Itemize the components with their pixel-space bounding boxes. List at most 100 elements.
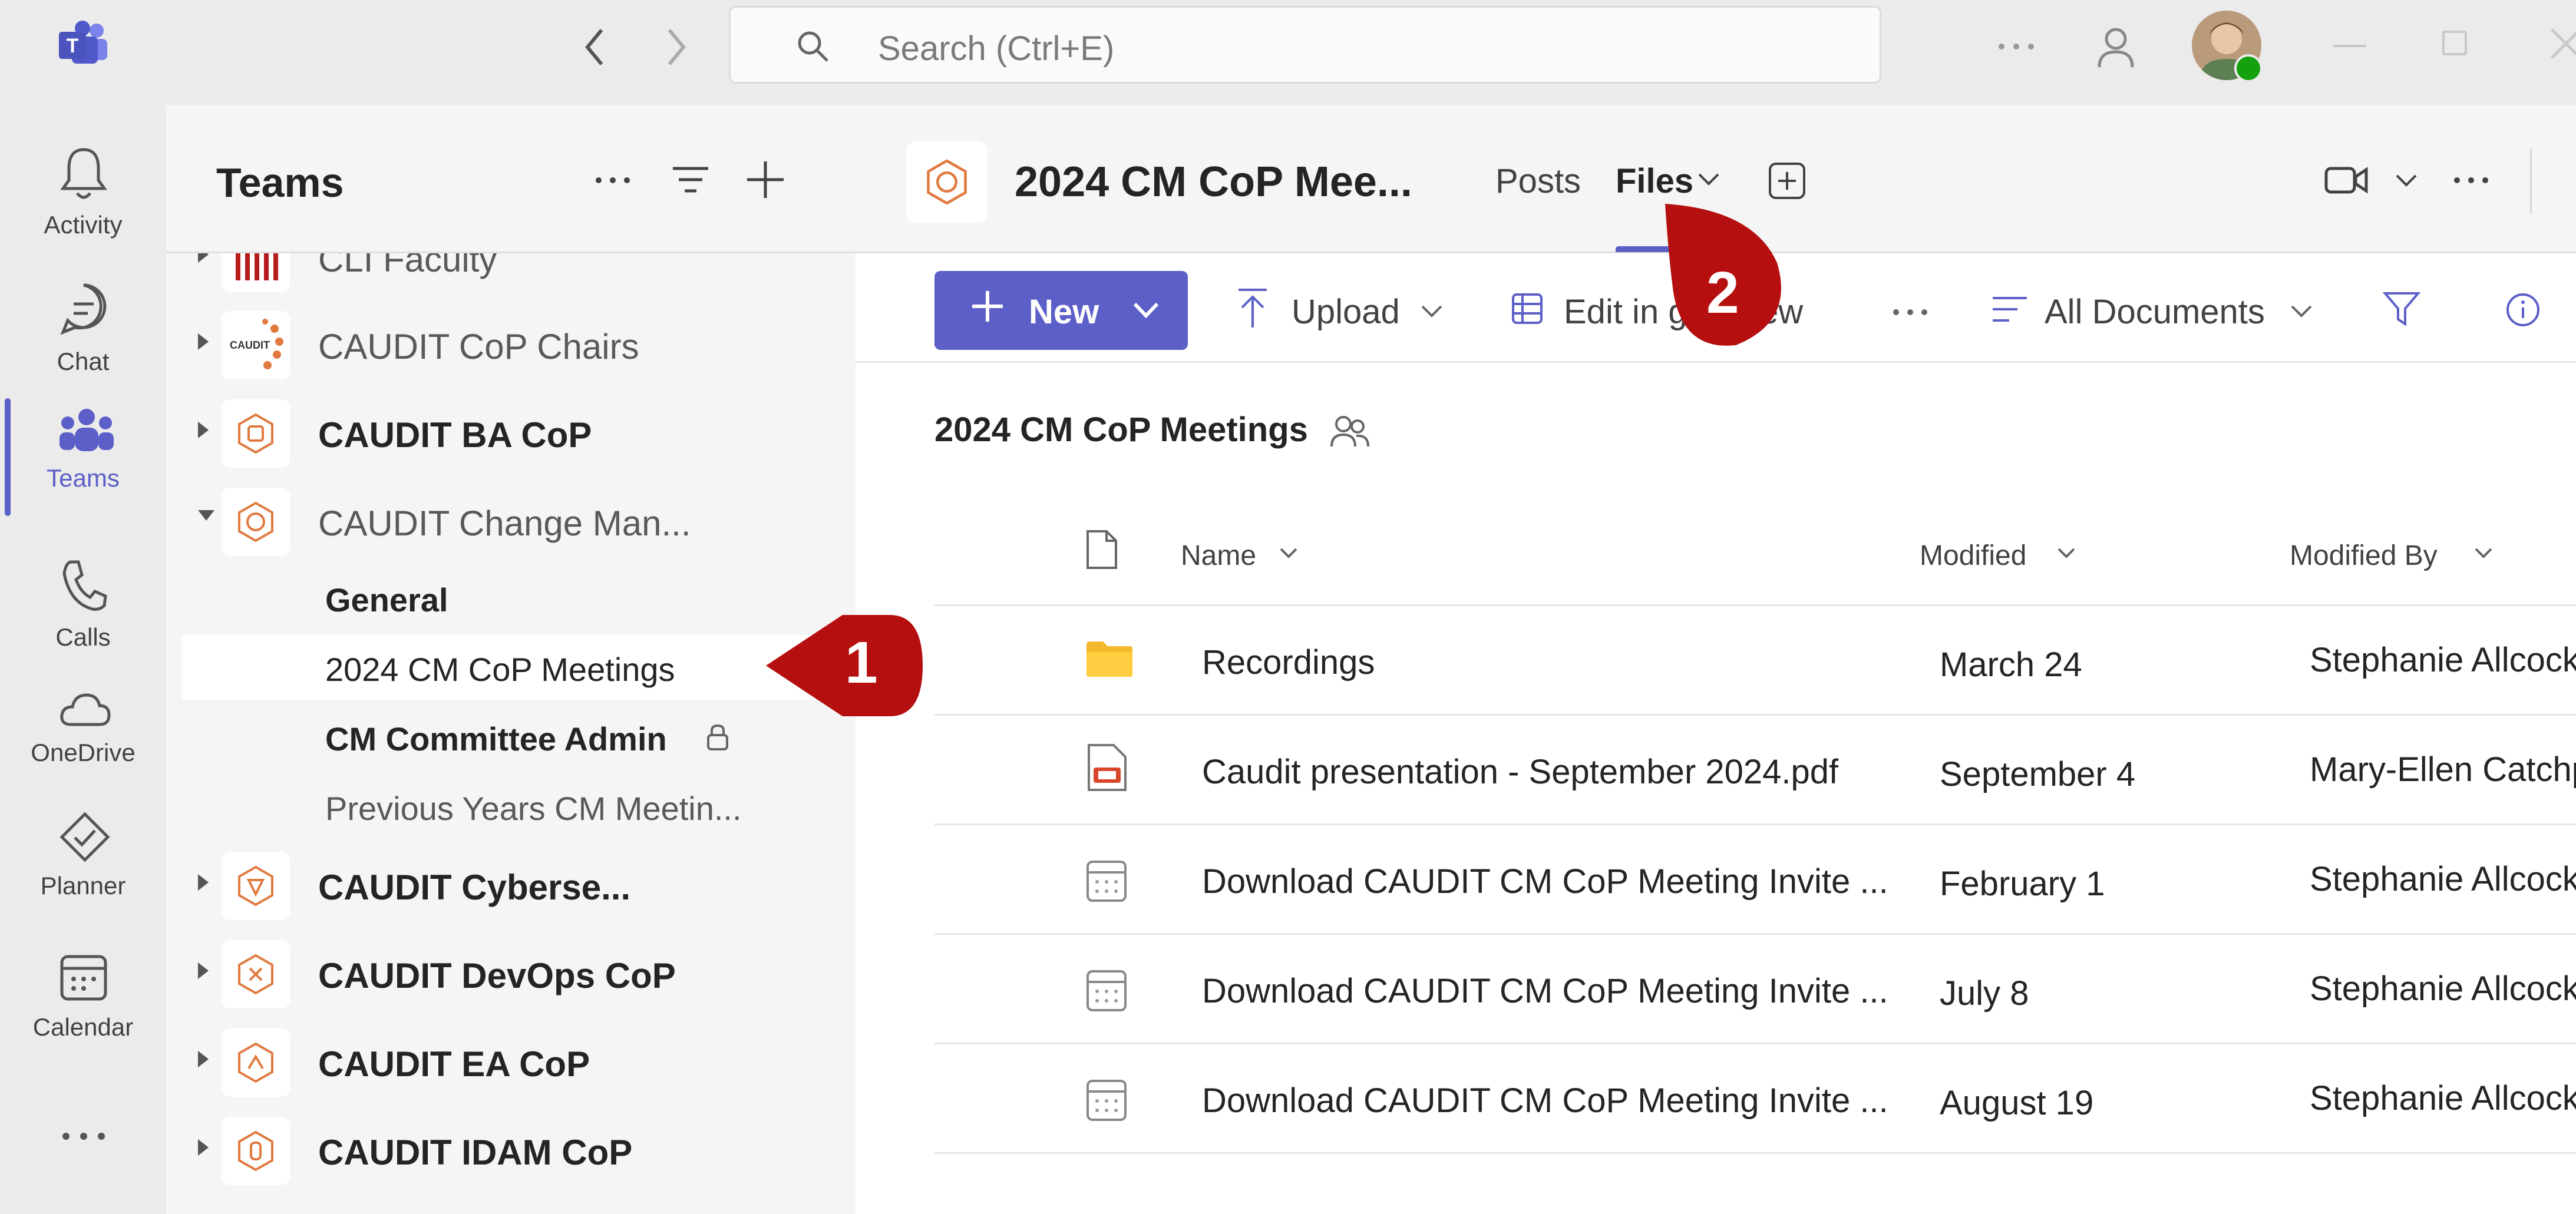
filter-icon[interactable] bbox=[2383, 290, 2420, 328]
grid-icon[interactable] bbox=[1511, 292, 1544, 325]
tab-posts[interactable]: Posts bbox=[1495, 161, 1581, 201]
table-row[interactable]: Download CAUDIT CM CoP Meeting Invite ..… bbox=[934, 1044, 2576, 1154]
table-row[interactable]: Caudit presentation - September 2024.pdf… bbox=[934, 716, 2576, 825]
chevron-right-icon[interactable] bbox=[194, 871, 212, 894]
file-name[interactable]: Download CAUDIT CM CoP Meeting Invite ..… bbox=[1202, 971, 1888, 1011]
file-name[interactable]: Caudit presentation - September 2024.pdf bbox=[1202, 752, 1838, 792]
back-arrow-icon[interactable] bbox=[580, 27, 610, 68]
members-icon[interactable] bbox=[1329, 414, 1370, 449]
team-row[interactable]: CAUDIT Cyberse... bbox=[166, 840, 856, 928]
table-row[interactable]: Download CAUDIT CM CoP Meeting Invite ..… bbox=[934, 825, 2576, 935]
rail-item-teams[interactable]: Teams bbox=[0, 381, 166, 516]
chevron-down-icon[interactable] bbox=[1279, 547, 1299, 560]
rail-item-onedrive[interactable]: OneDrive bbox=[0, 668, 166, 786]
upload-icon[interactable] bbox=[1236, 287, 1269, 330]
callout-number: 1 bbox=[845, 630, 878, 696]
new-button[interactable]: New bbox=[934, 271, 1188, 350]
chevron-down-icon[interactable] bbox=[2473, 547, 2494, 560]
rail-item-planner[interactable]: Planner bbox=[0, 794, 166, 912]
chevron-down-icon[interactable] bbox=[2290, 304, 2313, 319]
chevron-right-icon[interactable] bbox=[194, 1047, 212, 1071]
team-avatar bbox=[222, 852, 290, 920]
maximize-icon[interactable] bbox=[2442, 31, 2467, 55]
rail-item-chat[interactable]: Chat bbox=[0, 259, 166, 377]
chevron-right-icon[interactable] bbox=[194, 959, 212, 983]
view-selector[interactable]: All Documents bbox=[2045, 292, 2265, 332]
filter-list-icon[interactable] bbox=[672, 165, 709, 194]
rail-item-activity[interactable]: Activity bbox=[0, 123, 166, 240]
chevron-right-icon[interactable] bbox=[194, 253, 212, 266]
app-rail: Activity Chat Teams Calls OneDrive Plann… bbox=[0, 105, 166, 1214]
divider bbox=[2530, 148, 2532, 213]
chevron-right-icon[interactable] bbox=[194, 1136, 212, 1159]
team-avatar bbox=[222, 399, 290, 468]
view-list-icon[interactable] bbox=[1992, 295, 2028, 324]
document-library: 2024 CM CoP Meetings Name Modified Modif… bbox=[856, 363, 2576, 1214]
file-name[interactable]: Download CAUDIT CM CoP Meeting Invite ..… bbox=[1202, 1081, 1888, 1120]
table-row[interactable]: Recordings March 24 Stephanie Allcock bbox=[934, 606, 2576, 716]
team-name: CLI Faculty bbox=[318, 253, 497, 279]
team-avatar bbox=[222, 253, 290, 292]
table-row[interactable]: Download CAUDIT CM CoP Meeting Invite ..… bbox=[934, 935, 2576, 1044]
channel-item-cm-committee-admin[interactable]: CM Committee Admin bbox=[181, 704, 843, 769]
team-avatar bbox=[222, 940, 290, 1008]
people-icon[interactable] bbox=[2095, 25, 2137, 72]
rail-item-calls[interactable]: Calls bbox=[0, 535, 166, 653]
video-camera-icon[interactable] bbox=[2324, 164, 2369, 197]
minimize-icon[interactable] bbox=[2333, 45, 2366, 47]
team-avatar: CAUDIT bbox=[222, 311, 290, 379]
team-row[interactable]: CAUDIT CAUDIT CoP Chairs bbox=[166, 299, 856, 388]
more-options-icon[interactable] bbox=[2453, 177, 2489, 184]
chevron-down-icon[interactable] bbox=[1420, 304, 1444, 319]
chevron-down-icon[interactable] bbox=[1697, 172, 1720, 187]
more-options-icon[interactable] bbox=[595, 177, 630, 184]
channel-item-previous-years[interactable]: Previous Years CM Meetin... bbox=[181, 774, 843, 839]
chevron-down-icon[interactable] bbox=[2056, 547, 2076, 560]
more-options-icon[interactable] bbox=[1997, 42, 2035, 51]
add-tab-icon[interactable] bbox=[1768, 161, 1806, 200]
forward-arrow-icon[interactable] bbox=[661, 27, 691, 68]
close-icon[interactable] bbox=[2548, 26, 2576, 61]
teams-logo-icon: T bbox=[57, 20, 110, 67]
tab-files[interactable]: Files bbox=[1616, 161, 1693, 201]
column-header-modified-by[interactable]: Modified By bbox=[2290, 540, 2438, 572]
file-modified: August 19 bbox=[1940, 1084, 2094, 1122]
chevron-down-icon[interactable] bbox=[2395, 173, 2418, 188]
rail-label: Calls bbox=[55, 623, 111, 651]
calendar-file-icon bbox=[1085, 1077, 1128, 1122]
channel-item-general[interactable]: General bbox=[181, 565, 843, 630]
team-name: CAUDIT BA CoP bbox=[318, 415, 592, 455]
add-icon[interactable] bbox=[745, 159, 786, 200]
calendar-file-icon bbox=[1085, 858, 1128, 903]
teams-icon bbox=[58, 408, 115, 455]
file-modified-by: Mary-Ellen Catchpole bbox=[2310, 750, 2576, 789]
column-header-modified[interactable]: Modified bbox=[1920, 540, 2026, 572]
channel-item-2024-cm-cop-meetings[interactable]: 2024 CM CoP Meetings bbox=[181, 635, 843, 700]
team-row[interactable]: CLI Faculty bbox=[166, 253, 856, 300]
calendar-icon bbox=[58, 952, 109, 1003]
team-row-expanded[interactable]: CAUDIT Change Man... bbox=[166, 476, 856, 564]
channel-name: CM Committee Admin bbox=[325, 720, 667, 757]
team-row[interactable]: CAUDIT EA CoP bbox=[166, 1017, 856, 1105]
rail-item-calendar[interactable]: Calendar bbox=[0, 935, 166, 1053]
chevron-right-icon[interactable] bbox=[194, 330, 212, 353]
upload-button[interactable]: Upload bbox=[1292, 292, 1400, 332]
info-icon[interactable] bbox=[2505, 292, 2541, 328]
column-header-name[interactable]: Name bbox=[1181, 540, 1256, 572]
team-name: CAUDIT EA CoP bbox=[318, 1044, 590, 1084]
callout-marker-1: 1 bbox=[766, 613, 925, 719]
file-modified: March 24 bbox=[1940, 646, 2082, 684]
team-row[interactable]: CAUDIT DevOps CoP bbox=[166, 928, 856, 1017]
search-input[interactable]: Search (Ctrl+E) bbox=[729, 6, 1881, 84]
chevron-right-icon[interactable] bbox=[194, 418, 212, 442]
callout-marker-2: 2 bbox=[1665, 204, 1783, 351]
rail-label: Activity bbox=[44, 211, 123, 239]
more-options-icon[interactable] bbox=[1893, 309, 1928, 316]
file-name[interactable]: Recordings bbox=[1202, 643, 1375, 682]
team-row[interactable]: CAUDIT BA CoP bbox=[166, 388, 856, 476]
more-apps-icon[interactable] bbox=[61, 1132, 106, 1140]
file-name[interactable]: Download CAUDIT CM CoP Meeting Invite ..… bbox=[1202, 862, 1888, 901]
team-avatar bbox=[222, 488, 290, 556]
team-row[interactable]: CAUDIT IDAM CoP bbox=[166, 1105, 856, 1193]
chevron-down-icon[interactable] bbox=[194, 507, 218, 524]
